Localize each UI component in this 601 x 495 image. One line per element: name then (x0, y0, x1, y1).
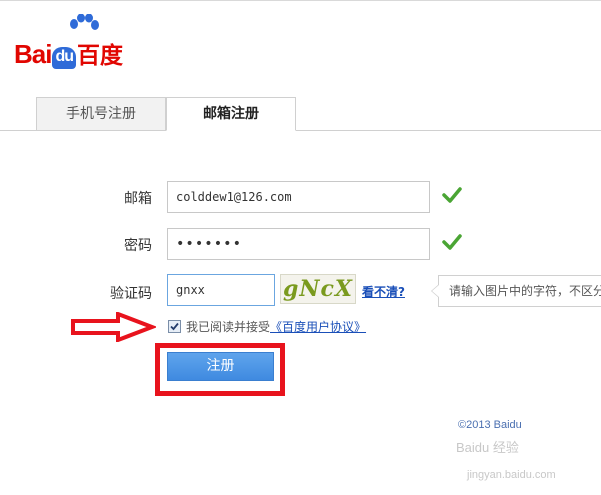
register-tabs: 手机号注册 邮箱注册 (0, 97, 601, 131)
top-divider (0, 0, 601, 1)
email-label: 邮箱 (124, 191, 152, 207)
password-field[interactable]: ••••••• (167, 228, 430, 260)
logo-du: du (52, 47, 77, 69)
captcha-hint-tooltip: 请输入图片中的字符，不区分 (438, 275, 601, 307)
tab-email-register[interactable]: 邮箱注册 (166, 97, 296, 131)
agreement-text: 我已阅读并接受 (186, 320, 271, 334)
watermark-url: jingyan.baidu.com (467, 469, 556, 481)
tab-phone-register[interactable]: 手机号注册 (36, 97, 166, 130)
logo-cn: 百度 (77, 43, 124, 69)
agreement-row: 我已阅读并接受《百度用户协议》 (168, 318, 366, 335)
checkmark-icon (170, 322, 179, 331)
watermark: Baidu 经验 (456, 440, 519, 455)
password-valid-check-icon (442, 234, 462, 250)
user-agreement-link[interactable]: 《百度用户协议》 (270, 320, 366, 334)
captcha-refresh-link[interactable]: 看不清? (362, 283, 405, 300)
agreement-checkbox[interactable] (168, 320, 181, 333)
password-label: 密码 (124, 238, 152, 254)
email-valid-check-icon (442, 187, 462, 203)
copyright: ©2013 Baidu (458, 419, 522, 431)
baidu-logo[interactable]: Bai du 百度 (14, 14, 154, 69)
captcha-input[interactable]: gnxx (167, 274, 275, 306)
annotation-arrow-icon (71, 312, 156, 342)
tooltip-arrow-inner (432, 285, 439, 297)
email-field[interactable]: colddew1@126.com (167, 181, 430, 213)
logo-bai: Bai (14, 39, 52, 69)
captcha-image[interactable]: gNcX (280, 274, 356, 304)
captcha-label: 验证码 (110, 286, 152, 302)
register-button[interactable]: 注册 (167, 352, 274, 381)
